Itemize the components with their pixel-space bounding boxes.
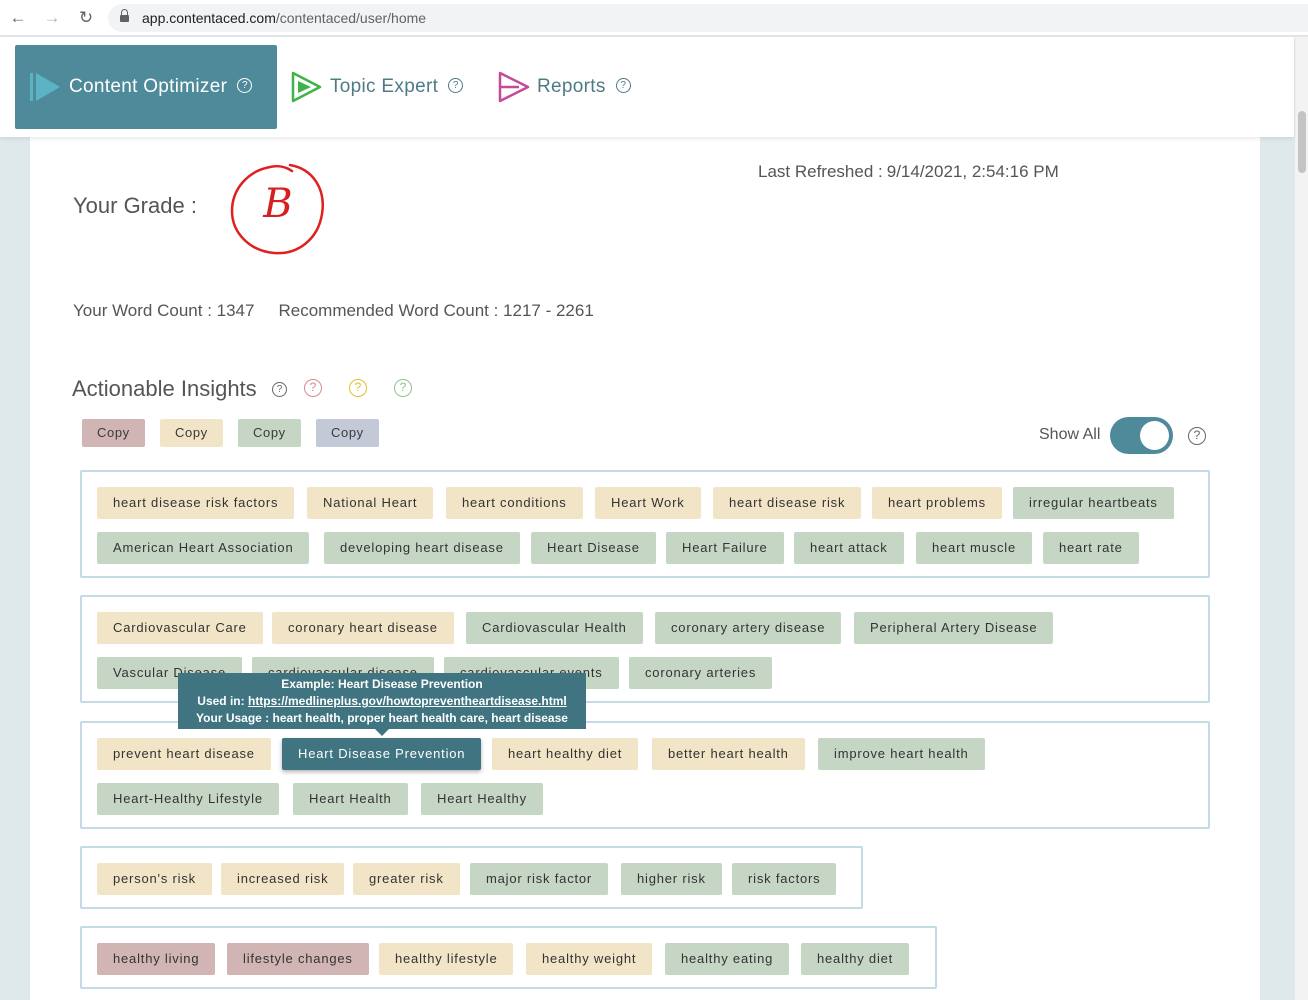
tooltip-used-in: Used in: https://medlineplus.gov/howtopr… — [178, 693, 586, 710]
keyword-chip[interactable]: heart disease risk — [713, 487, 862, 519]
keyword-tooltip: Example: Heart Disease Prevention Used i… — [178, 673, 586, 736]
reload-icon[interactable]: ↻ — [75, 7, 97, 29]
address-bar[interactable]: app.contentaced.com/contentaced/user/hom… — [108, 4, 1308, 32]
scrollbar-thumb[interactable] — [1298, 111, 1306, 173]
keyword-chip[interactable]: Cardiovascular Health — [466, 612, 643, 644]
tab-topic-expert[interactable]: Topic Expert ? — [290, 45, 464, 129]
help-icon[interactable]: ? — [1188, 427, 1206, 445]
keyword-chip[interactable]: prevent heart disease — [97, 738, 271, 770]
show-all-toggle[interactable] — [1110, 417, 1173, 454]
keyword-chip[interactable]: coronary arteries — [629, 657, 773, 689]
insight-group-3: prevent heart disease Heart Disease Prev… — [80, 721, 1210, 829]
refreshed-value: 9/14/2021, 2:54:16 PM — [886, 162, 1059, 181]
keyword-chip[interactable]: heart rate — [1043, 532, 1139, 564]
copy-yellow-button[interactable]: Copy — [160, 419, 223, 447]
keyword-chip[interactable]: greater risk — [353, 863, 460, 895]
keyword-chip[interactable]: Heart Work — [595, 487, 701, 519]
keyword-chip[interactable]: higher risk — [621, 863, 722, 895]
keyword-chip[interactable]: Heart Failure — [666, 532, 784, 564]
recommended-word-count: Recommended Word Count : 1217 - 2261 — [278, 301, 594, 320]
keyword-chip[interactable]: Heart Disease — [531, 532, 656, 564]
keyword-chip[interactable]: heart attack — [794, 532, 904, 564]
tooltip-example: Example: Heart Disease Prevention — [281, 677, 483, 691]
url-text: app.contentaced.com/contentaced/user/hom… — [142, 10, 427, 26]
app-header: Content Optimizer ? Topic Expert ? Repor… — [0, 37, 1294, 137]
keyword-chip[interactable]: heart muscle — [916, 532, 1033, 564]
insight-group-4: person's risk increased risk greater ris… — [80, 846, 863, 909]
help-icon[interactable]: ? — [615, 77, 631, 93]
keyword-chip[interactable]: coronary heart disease — [272, 612, 454, 644]
toggle-knob — [1140, 421, 1169, 450]
play-arrow-icon — [30, 73, 60, 101]
show-all-label: Show All — [1039, 426, 1101, 443]
play-arrow-icon — [291, 71, 322, 103]
keyword-chip[interactable]: Peripheral Artery Disease — [854, 612, 1054, 644]
green-help-icon[interactable]: ? — [394, 379, 412, 397]
keyword-chip[interactable]: healthy diet — [801, 943, 910, 975]
tab-content-optimizer[interactable]: Content Optimizer ? — [15, 45, 277, 129]
keyword-chip[interactable]: American Heart Association — [97, 532, 310, 564]
tooltip-arrow — [375, 729, 389, 736]
tooltip-source-link[interactable]: https://medlineplus.gov/howtopreventhear… — [248, 694, 567, 708]
keyword-chip[interactable]: lifestyle changes — [227, 943, 369, 975]
insight-group-5: healthy living lifestyle changes healthy… — [80, 926, 937, 989]
keyword-chip[interactable]: person's risk — [97, 863, 212, 895]
copy-blue-button[interactable]: Copy — [316, 419, 379, 447]
copy-red-button[interactable]: Copy — [82, 419, 145, 447]
keyword-chip[interactable]: better heart health — [652, 738, 805, 770]
keyword-chip[interactable]: major risk factor — [470, 863, 609, 895]
forward-arrow-icon[interactable]: → — [41, 7, 63, 29]
keyword-chip[interactable]: increased risk — [221, 863, 345, 895]
browser-toolbar: ← → ↻ app.contentaced.com/contentaced/us… — [0, 0, 1308, 36]
keyword-chip[interactable]: healthy lifestyle — [379, 943, 514, 975]
keyword-chip[interactable]: Heart-Healthy Lifestyle — [97, 783, 279, 815]
tab-label: Reports — [537, 76, 606, 97]
keyword-chip[interactable]: heart disease risk factors — [97, 487, 295, 519]
keyword-chip[interactable]: healthy eating — [665, 943, 790, 975]
keyword-chip[interactable]: healthy weight — [526, 943, 653, 975]
page-scrollbar[interactable] — [1294, 37, 1308, 1000]
tooltip-used-in-label: Used in: — [197, 694, 245, 708]
red-help-icon[interactable]: ? — [304, 379, 322, 397]
keyword-chip[interactable]: improve heart health — [818, 738, 985, 770]
insights-title: Actionable Insights — [72, 376, 257, 401]
your-word-count: Your Word Count : 1347 — [73, 301, 255, 320]
play-arrow-icon — [498, 71, 530, 103]
lock-icon — [120, 9, 129, 23]
keyword-chip[interactable]: National Heart — [307, 487, 434, 519]
grade-value: B — [263, 181, 293, 227]
last-refreshed: Last Refreshed :9/14/2021, 2:54:16 PM — [758, 162, 1059, 182]
keyword-chip[interactable]: Heart Health — [293, 783, 408, 815]
tab-label: Topic Expert — [330, 76, 439, 97]
help-icon[interactable]: ? — [448, 77, 464, 93]
help-icon[interactable]: ? — [272, 382, 287, 397]
insight-group-1: heart disease risk factors National Hear… — [80, 470, 1210, 578]
back-arrow-icon[interactable]: ← — [7, 7, 29, 29]
keyword-chip[interactable]: developing heart disease — [324, 532, 520, 564]
yellow-help-icon[interactable]: ? — [349, 379, 367, 397]
keyword-chip[interactable]: heart conditions — [446, 487, 583, 519]
keyword-chip[interactable]: coronary artery disease — [655, 612, 842, 644]
keyword-chip[interactable]: Cardiovascular Care — [97, 612, 263, 644]
main-panel: Your Grade : B Last Refreshed :9/14/2021… — [30, 137, 1260, 1000]
grade-badge: B — [228, 159, 328, 259]
keyword-chip[interactable]: heart healthy diet — [492, 738, 639, 770]
word-count-row: Your Word Count : 1347 Recommended Word C… — [73, 301, 618, 321]
help-icon[interactable]: ? — [237, 77, 253, 93]
keyword-chip[interactable]: risk factors — [732, 863, 837, 895]
tooltip-usage: Your Usage : heart health, proper heart … — [196, 711, 568, 725]
refreshed-label: Last Refreshed : — [758, 162, 883, 181]
copy-green-button[interactable]: Copy — [238, 419, 301, 447]
keyword-chip[interactable]: healthy living — [97, 943, 216, 975]
keyword-chip-selected[interactable]: Heart Disease Prevention — [282, 738, 482, 770]
grade-label: Your Grade : — [73, 193, 197, 218]
tab-label: Content Optimizer — [69, 76, 228, 97]
keyword-chip[interactable]: Heart Healthy — [421, 783, 543, 815]
tab-reports[interactable]: Reports ? — [497, 45, 631, 129]
keyword-chip[interactable]: irregular heartbeats — [1013, 487, 1174, 519]
keyword-chip[interactable]: heart problems — [872, 487, 1002, 519]
